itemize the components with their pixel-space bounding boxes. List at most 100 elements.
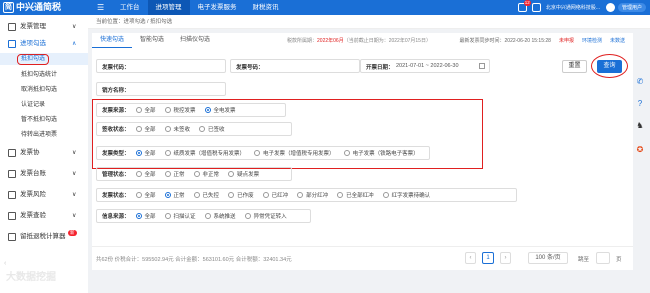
sidebar-subitem-cancel-deduction[interactable]: 取消抵扣勾选 <box>0 84 88 96</box>
sidebar-subitem-deduction-selection[interactable]: 抵扣勾选 <box>0 53 88 65</box>
radio-button[interactable] <box>135 107 142 113</box>
radio-button[interactable] <box>343 150 350 156</box>
radio-button[interactable] <box>382 192 389 198</box>
radio-option[interactable]: 全部 <box>135 125 156 133</box>
user-role-button[interactable]: 管理用户 <box>617 3 646 12</box>
sidebar-item-invoice-ledger[interactable]: 发票台账 ∨ <box>0 167 88 181</box>
not-sent-link[interactable]: 未数送 <box>610 37 625 44</box>
radio-button[interactable] <box>228 192 235 198</box>
radio-button[interactable] <box>297 192 304 198</box>
tab-quick-select[interactable]: 快速勾选 <box>92 33 133 48</box>
radio-button[interactable] <box>164 150 171 156</box>
radio-label: 扫描认证 <box>173 214 196 220</box>
radio-button[interactable] <box>228 171 235 177</box>
tab-scanner-select[interactable]: 扫描仪勾选 <box>172 33 218 48</box>
message-icon[interactable]: 12 <box>517 0 531 12</box>
radio-button[interactable] <box>262 192 269 198</box>
radio-option[interactable]: 已签收 <box>199 125 225 133</box>
sidebar-item-invoice-risk[interactable]: 发票风险 ∨ <box>0 188 88 202</box>
sidebar-item-invoice-management[interactable]: 发票管理 ∨ <box>0 20 88 34</box>
radio-button[interactable] <box>164 213 171 219</box>
radio-button[interactable] <box>164 126 171 132</box>
radio-button[interactable] <box>193 192 200 198</box>
nav-tax-news[interactable]: 财税资讯 <box>245 0 287 15</box>
sidebar-subitem-deduction-stats[interactable]: 抵扣勾选统计 <box>0 69 88 81</box>
reset-button[interactable]: 重置 <box>562 60 587 73</box>
radio-button[interactable] <box>244 213 251 219</box>
sidebar-item-refund-calculator[interactable]: 留抵退税计算器 新 <box>0 230 88 244</box>
radio-option[interactable]: 未签收 <box>164 125 190 133</box>
issue-date-field[interactable]: 开票日期： 2021-07-01 ~ 2022-06-30 <box>360 59 490 73</box>
main-panel: 快速勾选 智能勾选 扫描仪勾选 税款所属期：2022年06月（当前截止日期为：2… <box>92 33 633 270</box>
page-number[interactable]: 1 <box>482 252 494 264</box>
prev-page-button[interactable]: ‹ <box>465 252 476 264</box>
radio-button[interactable] <box>135 213 142 219</box>
radio-option[interactable]: 全电发票 <box>204 106 236 114</box>
radio-button[interactable] <box>135 171 142 177</box>
radio-option[interactable]: 疑点发票 <box>228 170 259 178</box>
radio-option[interactable]: 已全部红冲 <box>337 191 374 199</box>
sidebar-item-invoice-collab[interactable]: 发票协 ∨ <box>0 146 88 160</box>
env-check-link[interactable]: 环境检测 <box>582 37 602 44</box>
radio-button[interactable] <box>199 126 206 132</box>
radio-option[interactable]: 全部 <box>135 149 156 157</box>
radio-button[interactable] <box>135 192 142 198</box>
goto-page-input[interactable] <box>596 252 610 264</box>
radio-button[interactable] <box>164 107 171 113</box>
avatar[interactable] <box>605 3 615 12</box>
radio-option[interactable]: 电子发票（铁路电子客票） <box>343 149 419 157</box>
radio-option[interactable]: 全部 <box>135 170 156 178</box>
radio-option[interactable]: 异常凭证转入 <box>244 212 287 220</box>
invoice-number-field[interactable]: 发票号码： <box>230 59 360 73</box>
collapse-sidebar-icon[interactable]: ‹ <box>4 260 6 267</box>
sidebar-subitem-pending-transfer[interactable]: 待转出进项票 <box>0 129 88 141</box>
radio-button[interactable] <box>204 107 211 113</box>
radio-button[interactable] <box>254 150 261 156</box>
radio-option[interactable]: 非正常 <box>193 170 219 178</box>
radio-button[interactable] <box>204 213 211 219</box>
radio-button[interactable] <box>135 150 142 156</box>
radio-option[interactable]: 电子发票（增值税专用发票） <box>254 149 335 157</box>
unreported-status[interactable]: 未申报 <box>559 37 574 44</box>
radio-option[interactable]: 扫描认证 <box>164 212 196 220</box>
radio-option[interactable]: 税控发票 <box>164 106 196 114</box>
sidebar-subitem-auth-records[interactable]: 认证记录 <box>0 99 88 111</box>
radio-option[interactable]: 部分红冲 <box>297 191 328 199</box>
radio-option[interactable]: 全部 <box>135 106 156 114</box>
radio-option[interactable]: 正常 <box>164 191 185 199</box>
sidebar-item-label: 发票台账 <box>20 170 46 177</box>
radio-button[interactable] <box>337 192 344 198</box>
nav-input-management[interactable]: 进项管理 <box>147 0 190 15</box>
nav-e-invoice-service[interactable]: 电子发票服务 <box>190 0 245 15</box>
radio-option[interactable]: 系统推送 <box>204 212 236 220</box>
sidebar-item-label: 留抵退税计算器 <box>20 233 66 240</box>
next-page-button[interactable]: › <box>500 252 511 264</box>
tab-smart-select[interactable]: 智能勾选 <box>132 33 172 48</box>
phone-icon[interactable]: ✆ <box>635 77 645 87</box>
sidebar-item-input-selection[interactable]: 进项勾选 ∧ <box>0 37 88 51</box>
nav-workbench[interactable]: 工作台 <box>112 0 148 15</box>
radio-option[interactable]: 已失控 <box>193 191 219 199</box>
page-size-select[interactable]: 100 条/页 <box>528 252 568 264</box>
brand-icon[interactable]: ♞ <box>635 121 645 131</box>
radio-option[interactable]: 已红冲 <box>262 191 288 199</box>
invoice-code-field[interactable]: 发票代码： <box>96 59 226 73</box>
radio-option[interactable]: 红字发票待确认 <box>382 191 430 199</box>
radio-button[interactable] <box>135 126 142 132</box>
radio-option[interactable]: 已作废 <box>228 191 254 199</box>
sidebar-item-invoice-verify[interactable]: 发票查验 ∨ <box>0 209 88 223</box>
screen-icon[interactable] <box>531 3 541 12</box>
menu-toggle-icon[interactable]: ☰ <box>97 2 104 13</box>
sidebar-subitem-defer-deduction[interactable]: 暂不抵扣勾选 <box>0 114 88 126</box>
radio-button[interactable] <box>193 171 200 177</box>
radio-button[interactable] <box>164 171 171 177</box>
company-name[interactable]: 北京中兴通网络科技股... <box>546 4 600 11</box>
radio-button[interactable] <box>164 192 171 198</box>
radio-option[interactable]: 全部 <box>135 191 156 199</box>
radio-option[interactable]: 正常 <box>164 170 185 178</box>
radio-option[interactable]: 全部 <box>135 212 156 220</box>
radio-option[interactable]: 纸质发票（增值税专用发票） <box>164 149 245 157</box>
gift-icon[interactable]: ✪ <box>635 145 645 155</box>
help-icon[interactable]: ? <box>635 99 645 109</box>
seller-name-field[interactable]: 销方名称： <box>96 82 226 96</box>
